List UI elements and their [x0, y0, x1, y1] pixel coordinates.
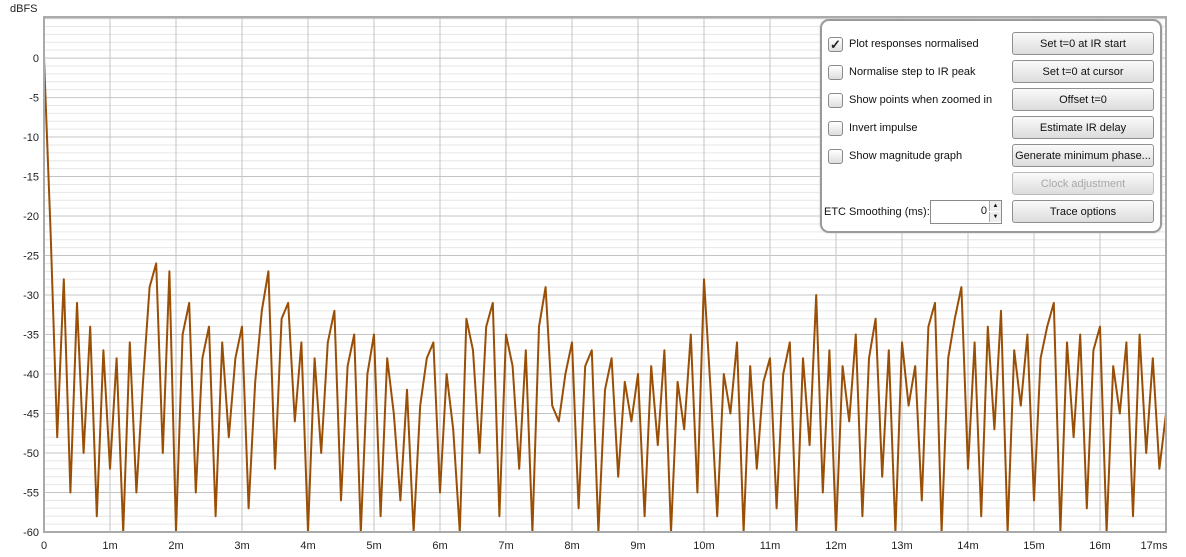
y-tick-label: -20: [23, 211, 39, 223]
y-tick-label: -15: [23, 172, 39, 184]
checkbox-box[interactable]: [828, 64, 843, 80]
checkbox-box[interactable]: [828, 120, 843, 136]
spinner-down-icon[interactable]: ▼: [989, 212, 1001, 222]
checkbox-plot-normalised[interactable]: ✓ Plot responses normalised: [828, 36, 979, 52]
x-tick-label: 10m: [693, 540, 714, 552]
generate-minimum-phase-button[interactable]: Generate minimum phase...: [1012, 144, 1154, 167]
etc-smoothing-value[interactable]: 0: [981, 205, 987, 217]
set-t0-ir-start-button[interactable]: Set t=0 at IR start: [1012, 32, 1154, 55]
set-t0-cursor-button[interactable]: Set t=0 at cursor: [1012, 60, 1154, 83]
x-tick-label: 5m: [366, 540, 381, 552]
checkbox-normalise-step[interactable]: Normalise step to IR peak: [828, 64, 976, 80]
x-tick-label: 16m: [1089, 540, 1110, 552]
y-tick-label: -5: [29, 93, 39, 105]
checkbox-box[interactable]: [828, 148, 843, 164]
x-tick-label: 14m: [957, 540, 978, 552]
x-tick-label: 15m: [1023, 540, 1044, 552]
y-tick-label: -55: [23, 488, 39, 500]
checkbox-label: Invert impulse: [849, 122, 918, 134]
y-tick-label: -50: [23, 448, 39, 460]
checkbox-show-points[interactable]: Show points when zoomed in: [828, 92, 992, 108]
checkbox-invert-impulse[interactable]: Invert impulse: [828, 120, 917, 136]
x-tick-label: 3m: [234, 540, 249, 552]
checkbox-box[interactable]: [828, 92, 843, 108]
x-tick-label: 12m: [825, 540, 846, 552]
y-tick-label: -25: [23, 251, 39, 263]
x-tick-label: 11m: [760, 540, 781, 552]
x-tick-label: 6m: [432, 540, 447, 552]
spinner-up-icon[interactable]: ▲: [989, 201, 1001, 211]
checkbox-show-magnitude[interactable]: Show magnitude graph: [828, 148, 962, 164]
y-tick-label: -60: [23, 527, 39, 539]
etc-smoothing-spinner[interactable]: 0 ▲ ▼: [930, 200, 1002, 224]
clock-adjustment-button: Clock adjustment: [1012, 172, 1154, 195]
offset-t0-button[interactable]: Offset t=0: [1012, 88, 1154, 111]
x-tick-label: 2m: [168, 540, 183, 552]
x-tick-label: 0: [41, 540, 47, 552]
y-ticks: 0 -5 -10 -15 -20 -25 -30 -35 -40 -45 -50 -55 -60: [23, 53, 39, 539]
y-tick-label: 0: [33, 53, 39, 65]
checkbox-label: Show points when zoomed in: [849, 94, 993, 106]
x-ticks: 0 1m 2m 3m 4m 5m 6m 7m 8m 9m 10m 11m 12m 13m 14m 15m 16m…: [41, 540, 1168, 552]
x-tick-label: 7m: [498, 540, 513, 552]
check-icon: ✓: [830, 36, 841, 52]
trace-options-button[interactable]: Trace options: [1012, 200, 1154, 223]
y-axis-label: dBFS: [10, 3, 38, 15]
controls-panel: ✓ Plot responses normalised Normalise ste…: [820, 19, 1162, 233]
x-tick-label: 1m: [102, 540, 117, 552]
x-tick-label: 9m: [630, 540, 645, 552]
x-tick-label: 17ms: [1141, 540, 1168, 552]
x-tick-label: 4m: [300, 540, 315, 552]
x-tick-label: 13m: [891, 540, 912, 552]
x-tick-label: 8m: [564, 540, 579, 552]
y-tick-label: -30: [23, 290, 39, 302]
y-tick-label: -35: [23, 330, 39, 342]
checkbox-label: Plot responses normalised: [849, 38, 979, 50]
checkbox-box[interactable]: ✓: [828, 36, 843, 52]
estimate-ir-delay-button[interactable]: Estimate IR delay: [1012, 116, 1154, 139]
etc-smoothing-label: ETC Smoothing (ms):: [824, 206, 930, 218]
checkbox-label: Show magnitude graph: [849, 150, 963, 162]
y-tick-label: -10: [23, 132, 39, 144]
y-tick-label: -40: [23, 369, 39, 381]
checkbox-label: Normalise step to IR peak: [849, 66, 976, 78]
y-tick-label: -45: [23, 409, 39, 421]
